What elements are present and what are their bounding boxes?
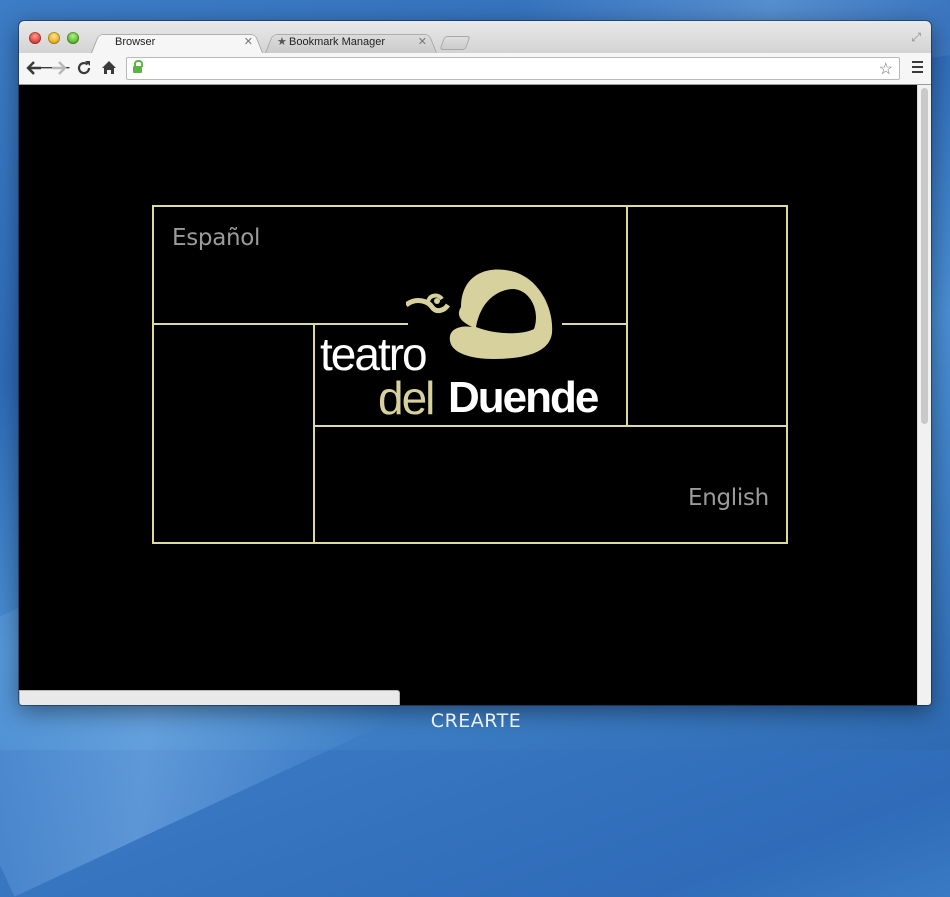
fullscreen-icon[interactable]: ⤢ xyxy=(911,30,921,45)
reload-icon[interactable] xyxy=(76,60,92,76)
star-icon: ★ xyxy=(277,36,287,48)
tab-label: Browser xyxy=(115,36,156,48)
language-link-spanish[interactable]: Español xyxy=(172,225,260,251)
close-tab-icon[interactable]: ✕ xyxy=(418,35,427,48)
hamburger-menu-icon[interactable] xyxy=(912,61,923,76)
zoom-window-button[interactable] xyxy=(67,32,79,44)
logo-text-del: del xyxy=(378,372,435,424)
tab-bookmark-manager[interactable]: ★ Bookmark Manager ✕ xyxy=(265,32,437,53)
home-icon[interactable] xyxy=(101,60,117,75)
star-icon[interactable]: ☆ xyxy=(879,59,893,79)
tab-label: Bookmark Manager xyxy=(289,36,385,48)
vertical-scrollbar[interactable] xyxy=(917,85,931,705)
address-bar[interactable]: ☆ xyxy=(126,57,900,80)
title-bar: Browser ✕ ★ Bookmark Manager ✕ ⤢ xyxy=(19,21,931,53)
back-arrow-icon[interactable] xyxy=(26,61,42,75)
duende-figure-logo xyxy=(406,269,553,359)
logo-text-duende: Duende xyxy=(448,373,599,422)
scrollbar-thumb[interactable] xyxy=(921,88,928,424)
page-content: Español English teatro del Duende xyxy=(19,85,917,705)
desktop-brand-logo: CREARTE xyxy=(430,710,522,732)
close-window-button[interactable] xyxy=(29,32,41,44)
language-link-english[interactable]: English xyxy=(688,485,769,511)
tab-browser[interactable]: Browser ✕ xyxy=(91,32,263,53)
toolbar: 🡐 ☆ xyxy=(19,53,931,85)
forward-arrow-icon[interactable] xyxy=(51,61,67,75)
close-tab-icon[interactable]: ✕ xyxy=(244,35,253,48)
logo-text-teatro: teatro xyxy=(320,328,428,380)
lock-icon xyxy=(133,60,143,73)
new-tab-button[interactable] xyxy=(439,36,471,50)
browser-window: Browser ✕ ★ Bookmark Manager ✕ ⤢ 🡐 ☆ Esp… xyxy=(19,21,931,705)
status-bubble xyxy=(19,690,400,705)
minimize-window-button[interactable] xyxy=(48,32,60,44)
